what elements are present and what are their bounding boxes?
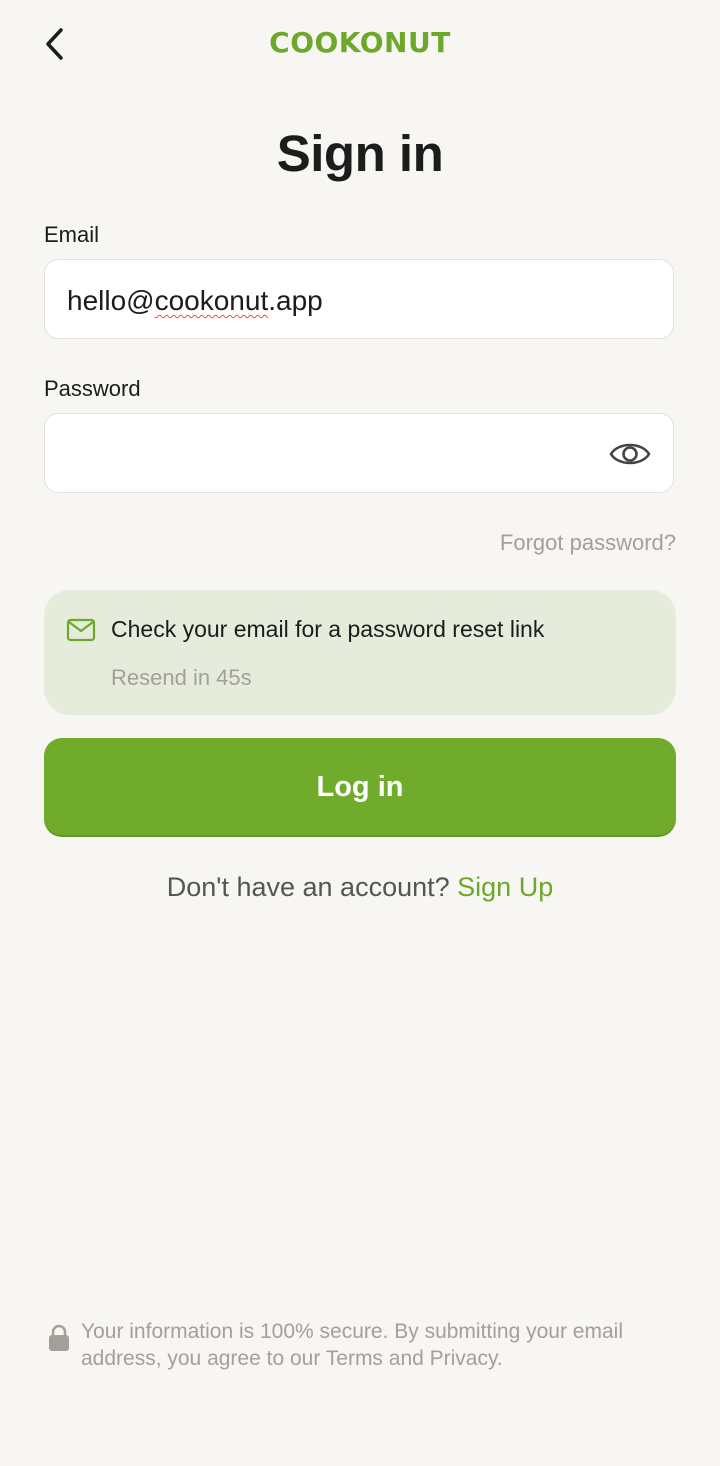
- email-value-prefix: hello@: [67, 285, 155, 316]
- password-field[interactable]: [44, 413, 674, 493]
- eye-icon: [609, 443, 651, 465]
- email-value-misspelled: cookonut: [154, 285, 269, 316]
- forgot-password-link[interactable]: Forgot password?: [500, 530, 676, 556]
- page-title: Sign in: [276, 125, 444, 182]
- notice-message: Check your email for a password reset li…: [111, 616, 545, 642]
- top-bar: COOKONUT: [0, 0, 720, 90]
- email-value-suffix: .app: [268, 285, 323, 316]
- email-value[interactable]: hello@cookonut.app: [67, 285, 323, 317]
- email-label: Email: [44, 222, 100, 247]
- show-password-toggle[interactable]: [609, 436, 651, 472]
- mail-icon: [66, 618, 96, 642]
- logo-text: COOKONUT: [269, 26, 451, 59]
- resend-countdown: Resend in 45s: [111, 665, 252, 690]
- reset-link-notice: Check your email for a password reset li…: [44, 590, 676, 715]
- signup-link[interactable]: Sign Up: [457, 872, 553, 902]
- signup-prompt: Don't have an account?: [166, 872, 450, 902]
- app-logo: COOKONUT: [0, 26, 720, 60]
- password-label: Password: [44, 376, 141, 401]
- signup-row: Don't have an account? Sign Up: [0, 872, 720, 903]
- login-button[interactable]: Log in: [44, 738, 676, 837]
- email-field[interactable]: hello@cookonut.app: [44, 259, 674, 339]
- security-notice-text: Your information is 100% secure. By subm…: [81, 1320, 623, 1370]
- lock-icon: [49, 1324, 69, 1351]
